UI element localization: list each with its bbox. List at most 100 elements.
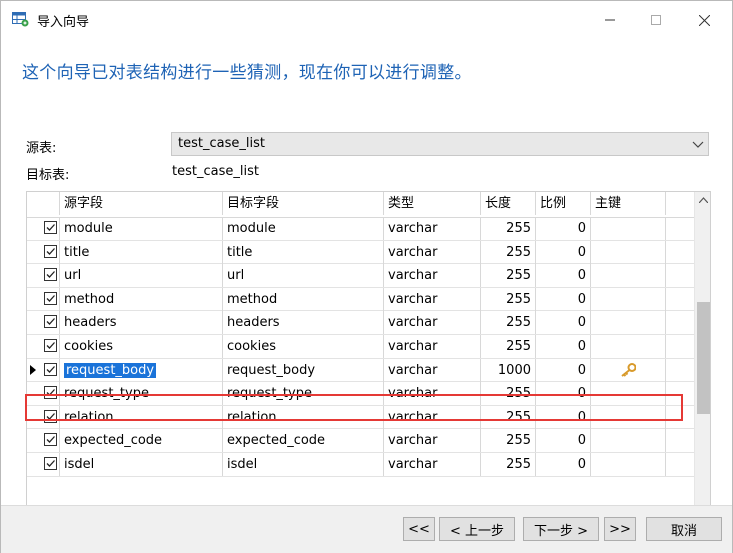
cell-primary-key[interactable]	[591, 240, 666, 264]
cell-scale[interactable]: 0	[536, 429, 591, 453]
row-indicator[interactable]	[27, 240, 60, 264]
cell-source-field[interactable]: request_body	[60, 358, 223, 382]
cell-length[interactable]: 255	[481, 382, 536, 406]
table-row[interactable]: headers headers varchar 255 0	[27, 311, 694, 335]
cell-source-field[interactable]: cookies	[60, 335, 223, 358]
include-field-checkbox[interactable]	[44, 291, 57, 305]
table-row[interactable]: request_type request_type varchar 255 0	[27, 382, 694, 406]
scrollbar-thumb[interactable]	[697, 302, 710, 414]
include-field-checkbox[interactable]	[44, 244, 57, 258]
row-indicator[interactable]	[27, 405, 60, 429]
cell-length[interactable]: 255	[481, 264, 536, 288]
row-indicator[interactable]	[27, 264, 60, 288]
cell-target-field[interactable]: url	[223, 264, 384, 288]
cell-primary-key[interactable]	[591, 358, 666, 382]
cell-source-field[interactable]: method	[60, 287, 223, 311]
cell-type[interactable]: varchar	[384, 217, 481, 240]
table-row[interactable]: isdel isdel varchar 255 0	[27, 453, 694, 477]
include-field-checkbox[interactable]	[44, 386, 57, 400]
cell-length[interactable]: 1000	[481, 358, 536, 382]
cell-type[interactable]: varchar	[384, 240, 481, 264]
row-indicator[interactable]	[27, 311, 60, 335]
cell-type[interactable]: varchar	[384, 287, 481, 311]
cell-primary-key[interactable]	[591, 264, 666, 288]
cell-type[interactable]: varchar	[384, 311, 481, 335]
cell-type[interactable]: varchar	[384, 405, 481, 429]
row-indicator[interactable]	[27, 382, 60, 406]
row-indicator[interactable]	[27, 358, 60, 382]
column-header-scale[interactable]: 比例	[536, 192, 591, 215]
cell-type[interactable]: varchar	[384, 264, 481, 288]
cell-length[interactable]: 255	[481, 335, 536, 358]
table-row[interactable]: request_body request_body varchar 1000 0	[27, 358, 694, 383]
cell-type[interactable]: varchar	[384, 453, 481, 476]
cell-scale[interactable]: 0	[536, 453, 591, 476]
close-button[interactable]	[681, 1, 727, 39]
column-header-length[interactable]: 长度	[481, 192, 536, 215]
scroll-up-icon[interactable]	[699, 197, 708, 203]
include-field-checkbox[interactable]	[44, 457, 57, 470]
column-header-primary-key[interactable]: 主键	[591, 192, 666, 215]
row-indicator[interactable]	[27, 335, 60, 358]
cell-target-field[interactable]: title	[223, 240, 384, 264]
cell-source-field[interactable]: request_type	[60, 382, 223, 406]
cell-target-field[interactable]: expected_code	[223, 429, 384, 453]
include-field-checkbox[interactable]	[44, 433, 57, 447]
cell-primary-key[interactable]	[591, 287, 666, 311]
row-indicator[interactable]	[27, 217, 60, 240]
table-row[interactable]: expected_code expected_code varchar 255 0	[27, 429, 694, 453]
cell-type[interactable]: varchar	[384, 335, 481, 358]
cell-target-field[interactable]: isdel	[223, 453, 384, 476]
cell-scale[interactable]: 0	[536, 264, 591, 288]
minimize-button[interactable]	[587, 1, 633, 39]
last-step-button[interactable]: >>	[604, 517, 636, 541]
cell-primary-key[interactable]	[591, 311, 666, 335]
cell-target-field[interactable]: cookies	[223, 335, 384, 358]
cell-scale[interactable]: 0	[536, 382, 591, 406]
vertical-scrollbar[interactable]	[694, 192, 710, 520]
cell-target-field[interactable]: request_body	[223, 358, 384, 382]
cell-primary-key[interactable]	[591, 405, 666, 429]
first-step-button[interactable]: <<	[403, 517, 435, 541]
column-header-source[interactable]: 源字段	[60, 192, 223, 215]
source-table-select[interactable]: test_case_list	[171, 132, 709, 156]
cell-primary-key[interactable]	[591, 429, 666, 453]
cell-target-field[interactable]: headers	[223, 311, 384, 335]
cell-source-field[interactable]: url	[60, 264, 223, 288]
cell-length[interactable]: 255	[481, 405, 536, 429]
cell-scale[interactable]: 0	[536, 405, 591, 429]
cell-primary-key[interactable]	[591, 335, 666, 358]
cell-length[interactable]: 255	[481, 429, 536, 453]
include-field-checkbox[interactable]	[44, 221, 57, 234]
cancel-button[interactable]: 取消	[646, 517, 722, 541]
cell-source-field[interactable]: title	[60, 240, 223, 264]
cell-primary-key[interactable]	[591, 453, 666, 476]
table-row[interactable]: method method varchar 255 0	[27, 287, 694, 312]
row-indicator[interactable]	[27, 287, 60, 311]
cell-scale[interactable]: 0	[536, 311, 591, 335]
cell-type[interactable]: varchar	[384, 358, 481, 382]
cell-scale[interactable]: 0	[536, 240, 591, 264]
cell-length[interactable]: 255	[481, 453, 536, 476]
column-header-type[interactable]: 类型	[384, 192, 481, 215]
cell-length[interactable]: 255	[481, 217, 536, 240]
cell-scale[interactable]: 0	[536, 217, 591, 240]
maximize-button[interactable]	[633, 1, 679, 39]
cell-source-field[interactable]: headers	[60, 311, 223, 335]
cell-scale[interactable]: 0	[536, 358, 591, 382]
row-indicator[interactable]	[27, 429, 60, 453]
cell-source-field[interactable]: module	[60, 217, 223, 240]
cell-target-field[interactable]: request_type	[223, 382, 384, 406]
table-row[interactable]: cookies cookies varchar 255 0	[27, 335, 694, 359]
include-field-checkbox[interactable]	[44, 268, 57, 282]
cell-target-field[interactable]: relation	[223, 405, 384, 429]
cell-length[interactable]: 255	[481, 311, 536, 335]
cell-primary-key[interactable]	[591, 382, 666, 406]
cell-source-field[interactable]: expected_code	[60, 429, 223, 453]
cell-length[interactable]: 255	[481, 287, 536, 311]
row-indicator[interactable]	[27, 453, 60, 476]
cell-source-field[interactable]: relation	[60, 405, 223, 429]
cell-source-field[interactable]: isdel	[60, 453, 223, 476]
cell-target-field[interactable]: method	[223, 287, 384, 311]
include-field-checkbox[interactable]	[44, 362, 57, 376]
